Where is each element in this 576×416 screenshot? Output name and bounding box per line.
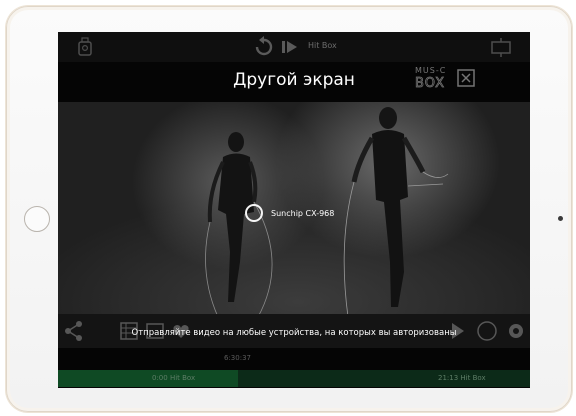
home-button[interactable]	[24, 206, 50, 232]
timeline: 6:30:37 0:00 Hit Box 21:13 Hit Box	[58, 348, 530, 388]
front-camera	[558, 216, 563, 221]
replay-icon[interactable]	[254, 36, 274, 58]
current-time: 6:30:37	[224, 354, 251, 362]
track-start-label: 0:00 Hit Box	[152, 374, 196, 382]
modal-header: Другой экран MUS-C BOX	[58, 62, 530, 102]
toolbar-title: Hit Box	[308, 41, 337, 50]
settings-phone-icon[interactable]	[74, 36, 96, 58]
music-box-logo: MUS-C BOX	[415, 66, 475, 90]
cast-screen-icon[interactable]	[489, 36, 513, 58]
track-end-label: 21:13 Hit Box	[438, 374, 486, 382]
device-radio[interactable]	[245, 204, 263, 222]
modal-caption: Отправляйте видео на любые устройства, н…	[131, 328, 457, 338]
device-name: Sunchip CX-968	[271, 208, 335, 218]
timeline-track[interactable]: 0:00 Hit Box 21:13 Hit Box	[58, 370, 530, 387]
logo-line2: BOX	[415, 76, 445, 90]
logo-line1: MUS-C	[415, 66, 446, 75]
app-screen: Hit Box Другой экран MUS-C BOX Sunchip C…	[58, 32, 530, 388]
top-toolbar: Hit Box	[58, 32, 530, 62]
video-preview: Sunchip CX-968	[58, 102, 530, 320]
device-option-sunchip[interactable]: Sunchip CX-968	[245, 202, 334, 224]
timeline-progress	[58, 370, 238, 387]
next-icon[interactable]	[280, 36, 300, 58]
